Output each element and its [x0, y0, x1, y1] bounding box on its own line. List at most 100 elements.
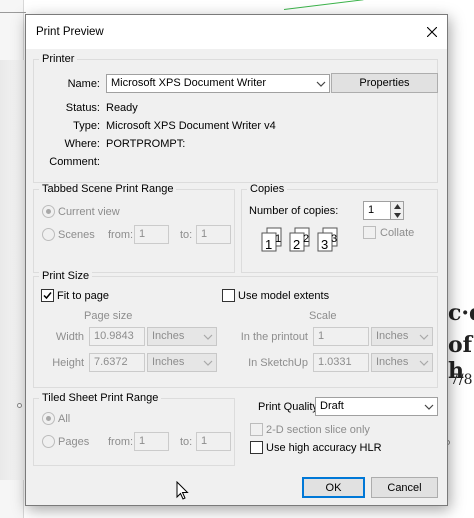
pages-label: Pages: [58, 436, 90, 448]
all-pages-radio[interactable]: [42, 412, 55, 425]
scene-to-label: to:: [180, 229, 193, 241]
fit-to-page-checkbox[interactable]: [41, 289, 54, 302]
scene-from-value: 1: [139, 228, 146, 240]
scenes-radio[interactable]: [42, 228, 55, 241]
section-slice-checkbox[interactable]: [250, 423, 263, 436]
printer-name-select[interactable]: Microsoft XPS Document Writer: [106, 74, 330, 93]
current-view-label: Current view: [58, 206, 120, 218]
background-axis-line: [0, 12, 26, 13]
copies-value: 1: [368, 204, 375, 216]
chevron-down-icon: [316, 81, 326, 87]
close-icon: [427, 27, 437, 37]
printout-label: In the printout: [240, 331, 308, 343]
chevron-down-icon: [203, 360, 213, 366]
printer-status-label: Status:: [65, 102, 100, 114]
chevron-down-icon: [203, 334, 213, 340]
background-point: [17, 403, 22, 408]
scene-to-input[interactable]: 1: [196, 225, 231, 244]
collate-page-number: 3: [321, 237, 328, 252]
background-dimension-text: 7/8: [450, 372, 473, 388]
printer-where-label: Where:: [64, 138, 100, 150]
collate-subpage-number: 2: [303, 233, 309, 245]
scene-from-label: from:: [108, 229, 134, 241]
printout-value: 1: [318, 330, 325, 342]
current-view-radio[interactable]: [42, 205, 55, 218]
section-slice-label: 2-D section slice only: [266, 424, 370, 436]
tiled-to-input[interactable]: 1: [196, 432, 231, 451]
ok-button[interactable]: OK: [302, 477, 365, 498]
copies-legend: Copies: [247, 183, 288, 195]
printer-where-value: PORTPROMPT:: [106, 138, 186, 150]
cancel-button[interactable]: Cancel: [371, 477, 438, 498]
height-unit-select[interactable]: Inches: [147, 353, 217, 372]
width-unit-value: Inches: [152, 330, 185, 342]
printer-group: Printer Name: Microsoft XPS Document Wri…: [33, 53, 438, 183]
width-input[interactable]: 10.9843: [89, 327, 145, 346]
printer-comment-label: Comment:: [49, 156, 100, 168]
collate-label: Collate: [380, 227, 415, 239]
dialog-title: Print Preview: [36, 26, 104, 38]
print-size-legend: Print Size: [39, 270, 93, 282]
chevron-down-icon: [393, 213, 401, 218]
tiled-to-value: 1: [201, 435, 208, 447]
mouse-cursor-icon: [176, 481, 189, 500]
pages-radio[interactable]: [42, 435, 55, 448]
fit-to-page-label: Fit to page: [57, 290, 109, 302]
height-unit-value: Inches: [152, 356, 185, 368]
chevron-down-icon: [419, 360, 429, 366]
printer-status-value: Ready: [106, 102, 138, 114]
collate-stack: 2 2: [289, 227, 310, 252]
tiled-to-label: to:: [180, 436, 193, 448]
copies-decrement[interactable]: [391, 211, 403, 220]
height-value: 7.6372: [94, 356, 128, 368]
width-value: 10.9843: [94, 330, 134, 342]
model-extents-checkbox[interactable]: [222, 289, 235, 302]
close-button[interactable]: [417, 15, 447, 49]
collate-checkbox[interactable]: [363, 226, 376, 239]
collate-stack: 3 3: [317, 227, 338, 252]
sketchup-label: In SketchUp: [248, 357, 308, 369]
printer-type-value: Microsoft XPS Document Writer v4: [106, 120, 276, 132]
copies-increment[interactable]: [391, 202, 403, 211]
scene-from-input[interactable]: 1: [134, 225, 169, 244]
copies-stepper[interactable]: [391, 201, 404, 220]
chevron-up-icon: [393, 204, 401, 209]
properties-button[interactable]: Properties: [331, 73, 438, 93]
tiled-from-label: from:: [108, 436, 134, 448]
scale-header: Scale: [309, 310, 337, 322]
sketchup-unit-select[interactable]: Inches: [371, 353, 433, 372]
copies-input[interactable]: 1: [363, 201, 391, 220]
print-quality-select[interactable]: Draft: [315, 397, 438, 416]
sketchup-unit-value: Inches: [376, 356, 409, 368]
scene-range-group: Tabbed Scene Print Range Current view Sc…: [33, 183, 235, 273]
printer-legend: Printer: [39, 53, 78, 65]
chevron-down-icon: [424, 404, 434, 410]
collate-pages-icon: 1 1 2 2 3 3: [261, 227, 338, 252]
width-label: Width: [55, 331, 84, 343]
sketchup-input[interactable]: 1.0331: [313, 353, 369, 372]
print-preview-dialog: Print Preview Printer Name: Microsoft XP…: [25, 14, 448, 506]
background-dimension-text: c·d: [448, 300, 474, 326]
hlr-label: Use high accuracy HLR: [266, 442, 382, 454]
print-quality-value: Draft: [320, 400, 344, 412]
height-input[interactable]: 7.6372: [89, 353, 145, 372]
collate-subpage-number: 3: [331, 233, 337, 245]
printer-name-label: Name:: [67, 78, 100, 90]
tiled-range-legend: Tiled Sheet Print Range: [39, 392, 162, 404]
chevron-down-icon: [419, 334, 429, 340]
printer-type-label: Type:: [73, 120, 100, 132]
tiled-from-input[interactable]: 1: [134, 432, 169, 451]
printout-input[interactable]: 1: [313, 327, 369, 346]
hlr-checkbox[interactable]: [250, 441, 263, 454]
scene-range-legend: Tabbed Scene Print Range: [39, 183, 177, 195]
scene-to-value: 1: [201, 228, 208, 240]
height-label: Height: [52, 357, 84, 369]
width-unit-select[interactable]: Inches: [147, 327, 217, 346]
title-bar[interactable]: Print Preview: [26, 15, 447, 49]
printout-unit-select[interactable]: Inches: [371, 327, 433, 346]
checkmark-icon: [43, 292, 52, 300]
print-size-group: Print Size Fit to page Use model extents…: [33, 270, 438, 388]
printout-unit-value: Inches: [376, 330, 409, 342]
printer-name-value: Microsoft XPS Document Writer: [111, 77, 267, 89]
tiled-from-value: 1: [139, 435, 146, 447]
